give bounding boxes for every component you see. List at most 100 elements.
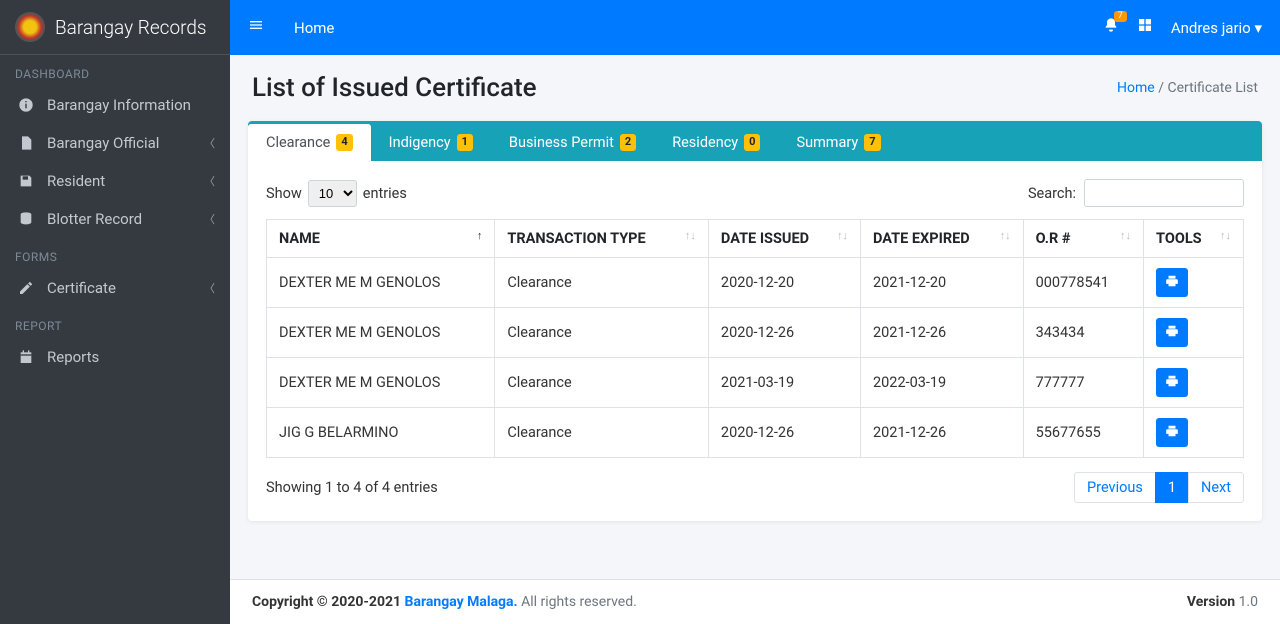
- pagination: Previous 1 Next: [1075, 472, 1244, 503]
- sidebar-item-reports[interactable]: Reports: [0, 338, 230, 376]
- search-label: Search:: [1028, 185, 1076, 202]
- sort-icon: ↑: [477, 230, 483, 241]
- cell-or: 777777: [1023, 358, 1143, 408]
- brand-logo: [15, 12, 45, 42]
- sort-icon: ↑↓: [1220, 230, 1231, 241]
- sidebar-item-barangay-information[interactable]: Barangay Information: [0, 86, 230, 124]
- file-icon: [15, 135, 37, 151]
- column-header[interactable]: TRANSACTION TYPE↑↓: [495, 220, 709, 258]
- tab-residency[interactable]: Residency 0: [654, 124, 778, 161]
- brand-text: Barangay Records: [55, 16, 207, 39]
- tab-summary[interactable]: Summary 7: [778, 124, 898, 161]
- footer-brand-link[interactable]: Barangay Malaga.: [405, 594, 518, 610]
- notifications-button[interactable]: 7: [1103, 17, 1119, 38]
- cell-expired: 2021-12-20: [861, 258, 1024, 308]
- chevron-left-icon: 〈: [204, 135, 215, 151]
- tabs: Clearance4Indigency1Business Permit2Resi…: [248, 124, 1262, 161]
- cell-expired: 2021-12-26: [861, 408, 1024, 458]
- cell-or: 55677655: [1023, 408, 1143, 458]
- certificate-table: NAME↑TRANSACTION TYPE↑↓DATE ISSUED↑↓DATE…: [266, 219, 1244, 458]
- cell-expired: 2022-03-19: [861, 358, 1024, 408]
- sidebar-item-label: Barangay Information: [47, 96, 191, 114]
- column-header[interactable]: DATE ISSUED↑↓: [708, 220, 860, 258]
- print-button[interactable]: [1156, 418, 1188, 447]
- breadcrumb-home[interactable]: Home: [1117, 80, 1155, 96]
- topbar-home-link[interactable]: Home: [294, 19, 334, 37]
- column-header[interactable]: NAME↑: [267, 220, 495, 258]
- user-menu[interactable]: Andres jario ▾: [1171, 19, 1262, 37]
- column-header[interactable]: TOOLS↑↓: [1144, 220, 1244, 258]
- column-header[interactable]: O.R #↑↓: [1023, 220, 1143, 258]
- sidebar-section-header: REPORT: [0, 307, 230, 338]
- tab-badge: 1: [457, 134, 473, 150]
- length-suffix: entries: [363, 185, 407, 202]
- breadcrumb-current: Certificate List: [1167, 80, 1258, 96]
- table-row: DEXTER ME M GENOLOSClearance2020-12-2020…: [267, 258, 1244, 308]
- tab-label: Summary: [796, 134, 858, 151]
- page-prev[interactable]: Previous: [1074, 472, 1156, 503]
- datatable-footer: Showing 1 to 4 of 4 entries Previous 1 N…: [266, 472, 1244, 503]
- sidebar-item-blotter-record[interactable]: Blotter Record〈: [0, 200, 230, 238]
- chevron-left-icon: 〈: [204, 173, 215, 189]
- cell-issued: 2020-12-26: [708, 408, 860, 458]
- cell-name: JIG G BELARMINO: [267, 408, 495, 458]
- page-next[interactable]: Next: [1188, 472, 1244, 503]
- info-icon: [15, 97, 37, 113]
- cell-name: DEXTER ME M GENOLOS: [267, 358, 495, 408]
- cell-issued: 2021-03-19: [708, 358, 860, 408]
- certificate-card: Clearance4Indigency1Business Permit2Resi…: [248, 121, 1262, 521]
- sidebar-item-label: Certificate: [47, 279, 116, 297]
- tab-badge: 7: [864, 134, 880, 150]
- column-header[interactable]: DATE EXPIRED↑↓: [861, 220, 1024, 258]
- sidebar-item-certificate[interactable]: Certificate 〈: [0, 269, 230, 307]
- topbar: Home 7 Andres jario ▾: [230, 0, 1280, 55]
- content-header: List of Issued Certificate Home / Certif…: [230, 55, 1280, 113]
- cell-issued: 2020-12-20: [708, 258, 860, 308]
- print-icon: [1165, 374, 1179, 391]
- sidebar: Barangay Records DASHBOARD Barangay Infor…: [0, 0, 230, 624]
- sidebar-item-barangay-official[interactable]: Barangay Official 〈: [0, 124, 230, 162]
- tab-label: Indigency: [389, 134, 451, 151]
- length-select[interactable]: 10: [308, 180, 357, 207]
- print-icon: [1165, 274, 1179, 291]
- menu-toggle-icon[interactable]: [248, 17, 264, 38]
- search-input[interactable]: [1084, 179, 1244, 207]
- print-button[interactable]: [1156, 268, 1188, 297]
- edit-icon: [15, 280, 37, 296]
- sort-icon: ↑↓: [1000, 230, 1011, 241]
- chevron-left-icon: 〈: [204, 280, 215, 296]
- page-1[interactable]: 1: [1155, 472, 1189, 503]
- table-row: JIG G BELARMINOClearance2020-12-262021-1…: [267, 408, 1244, 458]
- sidebar-section-header: DASHBOARD: [0, 55, 230, 86]
- sidebar-item-resident[interactable]: Resident〈: [0, 162, 230, 200]
- tab-label: Residency: [672, 134, 738, 151]
- db-icon: [15, 211, 37, 227]
- cell-type: Clearance: [495, 258, 709, 308]
- tab-business-permit[interactable]: Business Permit2: [491, 124, 654, 161]
- grid-icon: [1137, 17, 1153, 33]
- sidebar-item-label: Barangay Official: [47, 134, 159, 152]
- sort-icon: ↑↓: [1120, 230, 1131, 241]
- cell-or: 000778541: [1023, 258, 1143, 308]
- print-button[interactable]: [1156, 318, 1188, 347]
- tab-badge: 4: [336, 134, 352, 150]
- sort-icon: ↑↓: [837, 230, 848, 241]
- datatable-controls: Show 10 entries Search:: [266, 179, 1244, 207]
- cal-icon: [15, 349, 37, 365]
- apps-button[interactable]: [1137, 17, 1153, 38]
- print-button[interactable]: [1156, 368, 1188, 397]
- tab-label: Business Permit: [509, 134, 614, 151]
- print-icon: [1165, 324, 1179, 341]
- brand[interactable]: Barangay Records: [0, 0, 230, 55]
- tab-clearance[interactable]: Clearance4: [248, 124, 371, 161]
- cell-type: Clearance: [495, 358, 709, 408]
- tab-indigency[interactable]: Indigency 1: [371, 124, 491, 161]
- footer: Copyright © 2020-2021 Barangay Malaga. A…: [230, 579, 1280, 624]
- cell-issued: 2020-12-26: [708, 308, 860, 358]
- page-title: List of Issued Certificate: [252, 73, 537, 103]
- footer-version: 1.0: [1239, 594, 1258, 610]
- user-name: Andres jario: [1171, 19, 1251, 37]
- cell-tools: [1144, 358, 1244, 408]
- tab-badge: 0: [744, 134, 760, 150]
- table-row: DEXTER ME M GENOLOSClearance2021-03-1920…: [267, 358, 1244, 408]
